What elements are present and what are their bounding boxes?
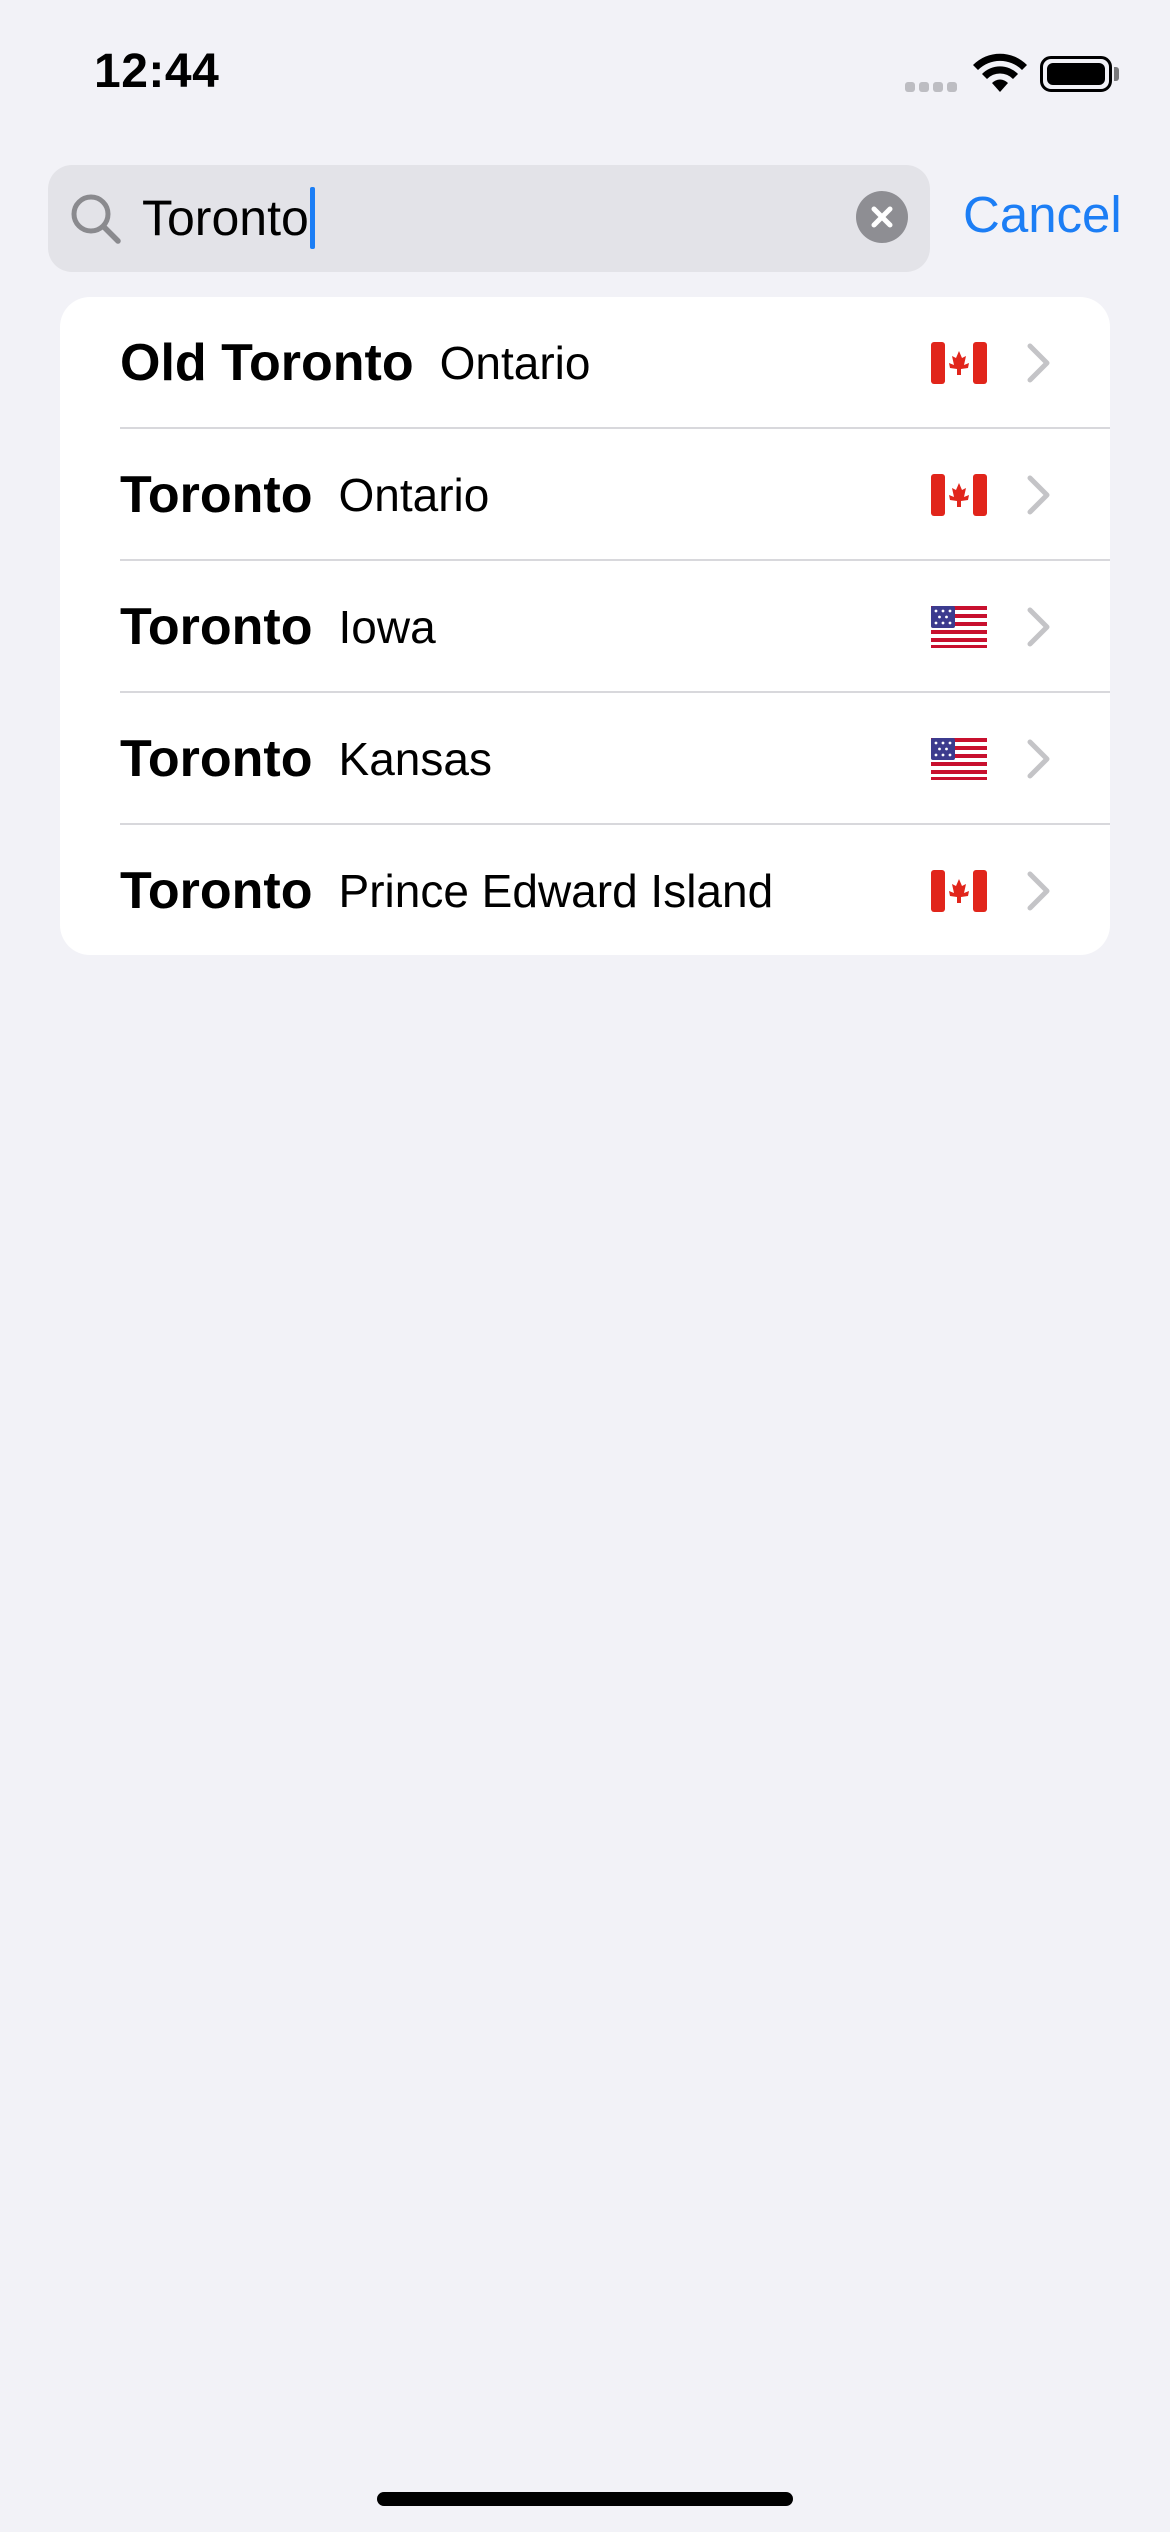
- status-bar: 12:44: [0, 0, 1170, 150]
- result-region: Kansas: [338, 733, 492, 785]
- result-region: Prince Edward Island: [338, 865, 774, 917]
- wifi-icon: [973, 53, 1027, 92]
- battery-fill: [1047, 63, 1105, 85]
- cancel-button[interactable]: Cancel: [963, 184, 1122, 246]
- result-row[interactable]: Toronto Prince Edward Island: [60, 825, 1110, 955]
- search-results-list: Old Toronto Ontario Toronto Ontario Toro…: [60, 297, 1110, 955]
- chevron-right-icon: [1027, 343, 1050, 383]
- search-icon: [71, 194, 121, 244]
- result-text: Toronto Kansas: [120, 693, 492, 825]
- usa-flag-icon: [931, 738, 987, 780]
- screen: 12:44 Toronto Cancel Old Toronto Ontario…: [0, 0, 1170, 2532]
- result-city: Old Toronto: [120, 334, 414, 392]
- usa-flag-icon: [931, 606, 987, 648]
- result-text: Toronto Iowa: [120, 561, 436, 693]
- search-field[interactable]: Toronto: [48, 165, 930, 272]
- result-region: Ontario: [439, 337, 591, 389]
- result-city: Toronto: [120, 862, 313, 920]
- result-city: Toronto: [120, 730, 313, 788]
- result-text: Toronto Ontario: [120, 429, 489, 561]
- chevron-right-icon: [1027, 475, 1050, 515]
- canada-flag-icon: [931, 870, 987, 912]
- search-input-text: Toronto: [142, 190, 309, 246]
- result-row[interactable]: Toronto Kansas: [60, 693, 1110, 825]
- result-text: Toronto Prince Edward Island: [120, 825, 773, 955]
- result-row[interactable]: Toronto Iowa: [60, 561, 1110, 693]
- result-city: Toronto: [120, 598, 313, 656]
- text-caret: [309, 187, 315, 249]
- clear-search-button[interactable]: [856, 191, 908, 243]
- result-row[interactable]: Toronto Ontario: [60, 429, 1110, 561]
- result-region: Ontario: [338, 469, 490, 521]
- result-region: Iowa: [338, 601, 436, 653]
- canada-flag-icon: [931, 342, 987, 384]
- home-indicator[interactable]: [377, 2492, 793, 2506]
- chevron-right-icon: [1027, 871, 1050, 911]
- clear-circle-icon: [871, 206, 893, 228]
- chevron-right-icon: [1027, 607, 1050, 647]
- result-city: Toronto: [120, 466, 313, 524]
- search-input[interactable]: Toronto: [142, 187, 315, 249]
- status-time: 12:44: [94, 45, 220, 98]
- battery-icon: [1040, 56, 1112, 92]
- cellular-signal-icon: [905, 80, 959, 92]
- battery-cap: [1114, 67, 1119, 81]
- chevron-right-icon: [1027, 739, 1050, 779]
- result-row[interactable]: Old Toronto Ontario: [60, 297, 1110, 429]
- result-text: Old Toronto Ontario: [120, 297, 590, 429]
- canada-flag-icon: [931, 474, 987, 516]
